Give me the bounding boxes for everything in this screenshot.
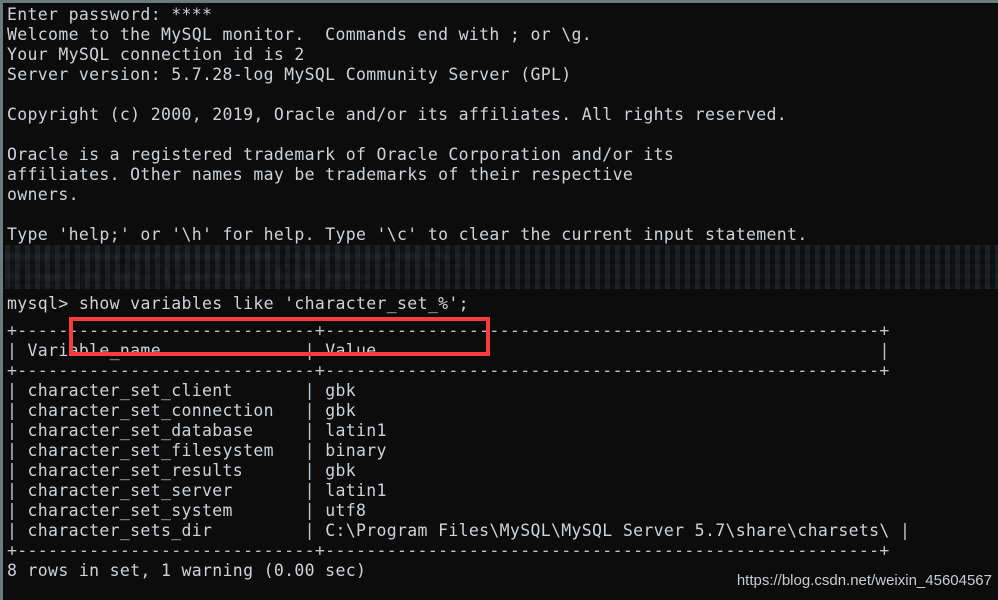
column-header-value: Value [325, 341, 377, 360]
cell-value: C:\Program Files\MySQL\MySQL Server 5.7\… [325, 521, 890, 540]
pipe-mid: | [304, 401, 326, 420]
table-row: | character_set_server | latin1 [5, 481, 998, 501]
table-row: | character_set_connection | gbk [5, 401, 998, 421]
censored-line-command: mysql> show variables like 'character_se… [5, 245, 998, 266]
pipe-right: | [879, 341, 890, 360]
banner-line-server-version: Server version: 5.7.28-log MySQL Communi… [7, 65, 572, 84]
pipe-mid: | [304, 501, 326, 520]
terminal-screen[interactable]: Enter password: **** Welcome to the MySQ… [3, 3, 998, 600]
banner-spacer-1 [5, 85, 998, 105]
cell-pad [233, 481, 305, 500]
table-row: | character_set_system | utf8 [5, 501, 998, 521]
banner-line-trademark-2: affiliates. Other names may be trademark… [7, 165, 634, 184]
censored-footer-text: 8 rows in set, 1 warning (0.00 sec) [7, 267, 367, 286]
censored-command-text: mysql> show variables like 'character_se… [7, 246, 469, 265]
cell-pad [274, 441, 305, 460]
banner-spacer-2 [5, 125, 998, 145]
table-top-rule: +-----------------------------+---------… [7, 321, 890, 340]
pipe-left: | [7, 501, 28, 520]
blog-watermark: https://blog.csdn.net/weixin_45604567 [736, 572, 992, 589]
pipe-mid: | [304, 341, 326, 360]
banner-line-copyright: Copyright (c) 2000, 2019, Oracle and/or … [7, 105, 788, 124]
mysql-prompt: mysql> [7, 294, 79, 313]
mysql-terminal-window: Enter password: **** Welcome to the MySQ… [0, 0, 998, 600]
pipe-mid: | [304, 481, 326, 500]
cell-variable-name: character_set_results [27, 461, 244, 480]
pipe-left: | [7, 441, 28, 460]
table-header-rule: +-----------------------------+---------… [7, 361, 890, 380]
cell-variable-name: character_set_filesystem [27, 441, 274, 460]
cell-pad [253, 421, 304, 440]
cell-variable-name: character_set_server [27, 481, 233, 500]
column-header-variable-name: Variable_name [27, 341, 161, 360]
cell-value: gbk [325, 401, 356, 420]
banner-line-trademark-3: owners. [7, 185, 79, 204]
censored-output-block: mysql> show variables like 'character_se… [5, 245, 998, 289]
prompt-and-command: mysql> show variables like 'character_se… [5, 294, 469, 314]
table-row: | character_set_client | gbk [5, 381, 998, 401]
command-prompt-row[interactable]: mysql> show variables like 'character_se… [5, 289, 998, 321]
pipe-mid: | [304, 381, 326, 400]
table-header-row: | Variable_name | Value | [5, 341, 998, 361]
cell-variable-name: character_set_connection [27, 401, 274, 420]
pipe-left: | [7, 381, 28, 400]
cell-value: binary [325, 441, 387, 460]
cell-variable-name: character_set_client [27, 381, 233, 400]
cell-pad [233, 501, 305, 520]
banner-line-connection-id: Your MySQL connection id is 2 [7, 45, 305, 64]
cell-pad [243, 461, 305, 480]
pipe-left: | [7, 401, 28, 420]
cell-value: utf8 [325, 501, 367, 520]
table-row: | character_set_database | latin1 [5, 421, 998, 441]
result-table: +-----------------------------+---------… [5, 321, 998, 561]
pipe-left: | [7, 421, 28, 440]
pipe-mid: | [304, 421, 326, 440]
banner-spacer-3 [5, 205, 998, 225]
command-text[interactable]: show variables like 'character_set_%'; [79, 294, 469, 313]
cell-variable-name: character_set_database [27, 421, 254, 440]
cell-variable-name: character_sets_dir [27, 521, 213, 540]
pipe-mid: | [304, 521, 326, 540]
pipe-right: | [889, 521, 911, 540]
cell-value: latin1 [325, 421, 387, 440]
pipe-mid: | [304, 441, 326, 460]
pipe-mid: | [304, 461, 326, 480]
banner-line-welcome: Welcome to the MySQL monitor. Commands e… [7, 25, 593, 44]
cell-value: gbk [325, 381, 356, 400]
pipe-left: | [7, 461, 28, 480]
cell-value: gbk [325, 461, 356, 480]
pipe-left: | [7, 481, 28, 500]
banner-line-help-hint: Type 'help;' or '\h' for help. Type '\c'… [7, 225, 808, 244]
table-row: | character_sets_dir | C:\Program Files\… [5, 521, 998, 541]
banner-line-password: Enter password: **** [7, 5, 213, 24]
table-bottom-rule: +-----------------------------+---------… [7, 541, 890, 560]
censored-line-footer: 8 rows in set, 1 warning (0.00 sec) [5, 266, 998, 287]
pipe-left: | [7, 341, 28, 360]
table-row: | character_set_results | gbk [5, 461, 998, 481]
cell-pad [212, 521, 304, 540]
header-pad-2 [377, 341, 880, 360]
header-pad-1 [161, 341, 305, 360]
banner-line-trademark-1: Oracle is a registered trademark of Orac… [7, 145, 675, 164]
pipe-left: | [7, 521, 28, 540]
cell-pad [274, 401, 305, 420]
cell-value: latin1 [325, 481, 387, 500]
table-row: | character_set_filesystem | binary [5, 441, 998, 461]
login-banner: Enter password: **** Welcome to the MySQ… [5, 5, 998, 245]
cell-pad [233, 381, 305, 400]
cell-variable-name: character_set_system [27, 501, 233, 520]
